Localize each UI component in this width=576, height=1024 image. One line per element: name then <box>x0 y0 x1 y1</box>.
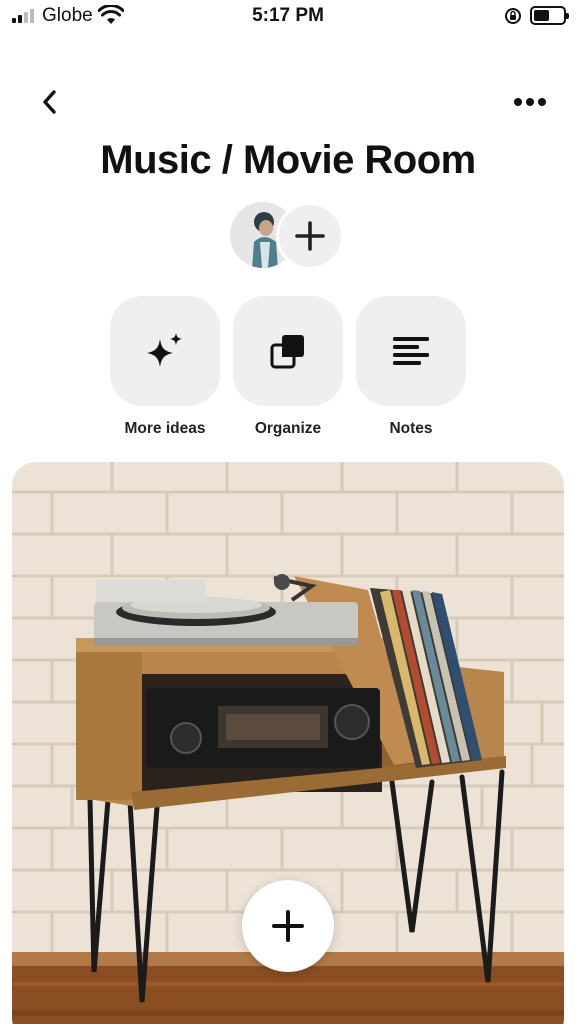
notes-lines-icon <box>393 337 429 365</box>
sparkle-icon <box>147 333 182 367</box>
plus-icon <box>295 221 325 251</box>
organize-action[interactable]: Organize <box>233 296 343 438</box>
add-pin-button[interactable] <box>242 880 334 972</box>
battery-icon <box>530 6 569 25</box>
more-options-button[interactable] <box>508 84 552 120</box>
plus-icon <box>272 910 304 942</box>
organize-button[interactable] <box>233 296 343 406</box>
more-horizontal-icon <box>514 98 546 106</box>
organize-icon <box>270 335 304 369</box>
organize-label: Organize <box>254 420 322 437</box>
more-ideas-action[interactable]: More ideas <box>110 296 220 438</box>
notes-button[interactable] <box>356 296 466 406</box>
add-collaborator-button[interactable] <box>276 202 344 270</box>
back-button[interactable] <box>32 84 68 120</box>
board-title: Music / Movie Room <box>100 138 476 182</box>
orientation-lock-icon <box>505 8 521 24</box>
more-ideas-button[interactable] <box>110 296 220 406</box>
status-bar: Globe 5:17 PM <box>0 0 576 32</box>
status-time: 5:17 PM <box>252 5 324 26</box>
notes-label: Notes <box>389 420 433 437</box>
notes-action[interactable]: Notes <box>356 296 466 438</box>
more-ideas-label: More ideas <box>124 420 206 437</box>
chevron-left-icon <box>43 90 56 114</box>
